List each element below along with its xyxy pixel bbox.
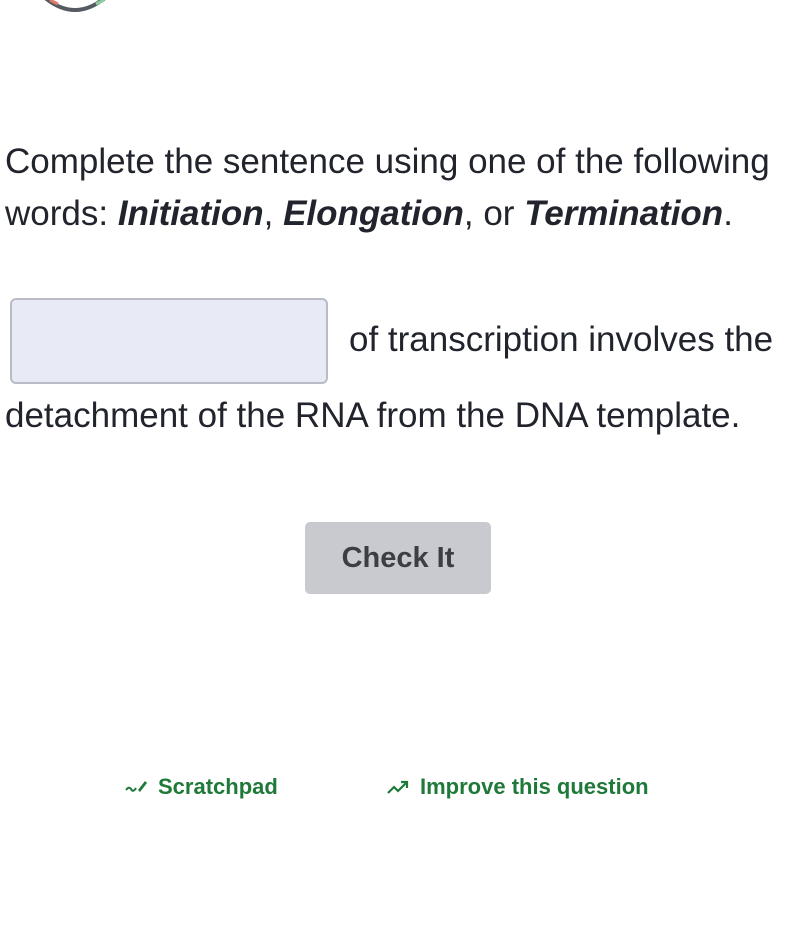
option-initiation: Initiation [117,194,264,233]
check-it-button[interactable]: Check It [305,522,491,594]
question-prompt: Complete the sentence using one of the f… [5,136,775,240]
scratchpad-link[interactable]: Scratchpad [124,770,278,804]
scratchpad-label: Scratchpad [158,774,278,799]
top-dash-graphic [262,0,286,2]
sentence-after-blank: of transcription involves the [349,320,774,359]
sentence-continuation: detachment of the RNA from the DNA templ… [5,396,741,435]
option-elongation: Elongation [283,194,464,233]
improve-label: Improve this question [420,774,649,799]
prompt-period: . [723,194,733,233]
exercise-page: Complete the sentence using one of the f… [0,0,785,927]
answer-input-blank[interactable] [10,298,328,384]
prompt-separator-or: , or [463,194,525,233]
trend-up-icon [387,780,409,794]
pencil-scribble-icon [125,781,147,792]
improve-question-link[interactable]: Improve this question [386,770,649,804]
prompt-separator: , [263,194,284,233]
option-termination: Termination [524,194,724,233]
progress-dial-graphic [44,0,106,12]
